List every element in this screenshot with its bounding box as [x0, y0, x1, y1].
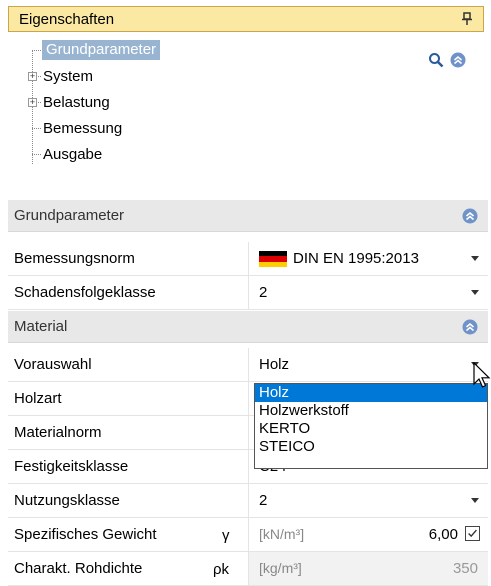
expand-plus-icon[interactable]: +: [28, 98, 37, 107]
schadensfolgeklasse-select[interactable]: 2: [248, 276, 488, 309]
german-flag-icon: [259, 251, 287, 267]
dropdown-arrow-icon[interactable]: [471, 290, 479, 295]
nutzungsklasse-select[interactable]: 2: [248, 484, 488, 517]
rohdichte-field: [kg/m³] 350: [248, 552, 488, 585]
row-spezifisches-gewicht: Spezifisches Gewicht γ [kN/m³] 6,00: [8, 518, 488, 552]
row-nutzungsklasse: Nutzungsklasse 2: [8, 484, 488, 518]
row-label: Festigkeitsklasse: [14, 458, 129, 475]
dropdown-option-kerto[interactable]: KERTO: [255, 420, 487, 438]
row-rohdichte: Charakt. Rohdichte ρk [kg/m³] 350: [8, 552, 488, 586]
bemessungsnorm-select[interactable]: DIN EN 1995:2013: [248, 242, 488, 275]
select-value: DIN EN 1995:2013: [293, 250, 419, 267]
row-label: Vorauswahl: [14, 356, 92, 373]
section-title: Material: [14, 318, 68, 335]
unit-label: [kg/m³]: [259, 560, 302, 576]
row-vorauswahl: Vorauswahl Holz: [8, 348, 488, 382]
dropdown-option-steico[interactable]: STEICO: [255, 438, 487, 456]
section-header-grundparameter[interactable]: Grundparameter: [8, 200, 488, 232]
search-icon[interactable]: [428, 52, 444, 68]
expand-plus-icon[interactable]: +: [28, 72, 37, 81]
row-label: Schadensfolgeklasse: [14, 284, 156, 301]
row-label: Charakt. Rohdichte: [14, 560, 143, 577]
row-schadensfolgeklasse: Schadensfolgeklasse 2: [8, 276, 488, 310]
row-symbol: γ: [222, 527, 230, 544]
tree-item-label: Bemessung: [43, 120, 123, 137]
select-value: Holz: [259, 356, 290, 373]
collapse-icon[interactable]: [450, 52, 466, 68]
tree-item-grundparameter[interactable]: Grundparameter: [42, 40, 161, 60]
tree-item-label: Grundparameter: [46, 41, 157, 58]
pin-icon[interactable]: [461, 12, 473, 26]
row-label: Materialnorm: [14, 424, 102, 441]
navigation-tree: Grundparameter + System + Belastung Beme…: [0, 36, 491, 186]
checkbox-icon[interactable]: [465, 526, 480, 541]
properties-panel-titlebar: Eigenschaften: [8, 6, 484, 32]
vorauswahl-dropdown-list[interactable]: Holz Holzwerkstoff KERTO STEICO: [254, 383, 488, 469]
vorauswahl-select[interactable]: Holz: [248, 348, 488, 381]
row-label: Spezifisches Gewicht: [14, 526, 157, 543]
tree-item-belastung[interactable]: Belastung: [43, 92, 110, 114]
tree-item-label: System: [43, 68, 94, 85]
tree-item-label: Ausgabe: [43, 146, 103, 163]
collapse-icon[interactable]: [462, 208, 478, 224]
collapse-icon[interactable]: [462, 319, 478, 335]
select-value: 2: [259, 492, 268, 509]
tree-item-bemessung[interactable]: Bemessung: [43, 118, 122, 140]
section-header-material[interactable]: Material: [8, 311, 488, 343]
row-label: Holzart: [14, 390, 62, 407]
unit-label: [kN/m³]: [259, 526, 305, 542]
dropdown-arrow-icon[interactable]: [471, 498, 479, 503]
tree-item-system[interactable]: System: [43, 66, 93, 88]
panel-title: Eigenschaften: [19, 11, 115, 28]
section-title: Grundparameter: [14, 207, 125, 224]
row-label: Nutzungsklasse: [14, 492, 120, 509]
select-value: 2: [259, 284, 268, 301]
dropdown-arrow-icon[interactable]: [471, 256, 479, 261]
mouse-cursor-icon: [473, 362, 491, 388]
field-value[interactable]: 6,00: [429, 526, 458, 543]
row-bemessungsnorm: Bemessungsnorm DIN EN 1995:2013: [8, 242, 488, 276]
field-value: 350: [452, 560, 478, 577]
dropdown-option-holzwerkstoff[interactable]: Holzwerkstoff: [255, 402, 487, 420]
row-symbol: ρk: [213, 561, 230, 578]
row-label: Bemessungsnorm: [14, 250, 135, 267]
dropdown-option-holz[interactable]: Holz: [255, 384, 487, 402]
tree-item-label: Belastung: [43, 94, 110, 111]
spezifisches-gewicht-field[interactable]: [kN/m³] 6,00: [248, 518, 488, 551]
tree-item-ausgabe[interactable]: Ausgabe: [43, 144, 102, 166]
